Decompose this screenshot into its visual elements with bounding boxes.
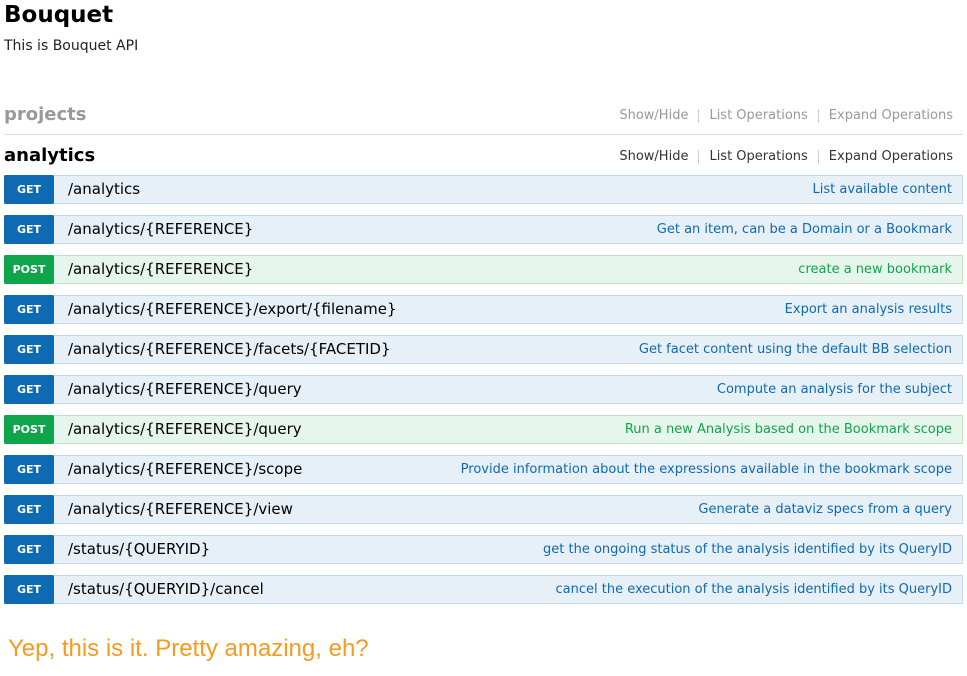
http-method-badge[interactable]: GET [4, 335, 54, 364]
show-hide-link[interactable]: Show/Hide [619, 149, 688, 165]
operation-row[interactable]: GET /status/{QUERYID}/cancel cancel the … [4, 575, 963, 604]
divider [817, 150, 819, 164]
operation-row[interactable]: POST /analytics/{REFERENCE} create a new… [4, 255, 963, 284]
http-method-badge[interactable]: GET [4, 575, 54, 604]
http-method-badge[interactable]: GET [4, 175, 54, 204]
page-subtitle: This is Bouquet API [4, 38, 139, 54]
resource-links: Show/Hide List Operations Expand Operati… [619, 149, 953, 165]
operation-row[interactable]: GET /analytics/{REFERENCE}/facets/{FACET… [4, 335, 963, 364]
operations-list: GET /analytics List available content GE… [4, 175, 963, 615]
endpoint-summary[interactable]: Get an item, can be a Domain or a Bookma… [657, 216, 952, 243]
endpoint-summary[interactable]: Export an analysis results [785, 296, 952, 323]
endpoint-path[interactable]: /analytics/{REFERENCE}/query [68, 376, 302, 403]
http-method-badge[interactable]: GET [4, 455, 54, 484]
http-method-badge[interactable]: GET [4, 495, 54, 524]
swagger-page: Bouquet This is Bouquet API projects Sho… [0, 0, 967, 676]
endpoint-path[interactable]: /analytics/{REFERENCE}/facets/{FACETID} [68, 336, 391, 363]
http-method-badge[interactable]: GET [4, 215, 54, 244]
expand-operations-link[interactable]: Expand Operations [829, 108, 953, 124]
endpoint-path[interactable]: /analytics/{REFERENCE}/query [68, 416, 302, 443]
resource-name-analytics[interactable]: analytics [4, 144, 95, 168]
operation-row[interactable]: GET /status/{QUERYID} get the ongoing st… [4, 535, 963, 564]
operation-row[interactable]: GET /analytics/{REFERENCE}/query Compute… [4, 375, 963, 404]
endpoint-path[interactable]: /analytics/{REFERENCE}/view [68, 496, 293, 523]
http-method-badge[interactable]: GET [4, 375, 54, 404]
http-method-badge[interactable]: POST [4, 415, 54, 444]
endpoint-summary[interactable]: cancel the execution of the analysis ide… [555, 576, 952, 603]
endpoint-path[interactable]: /analytics/{REFERENCE} [68, 256, 253, 283]
show-hide-link[interactable]: Show/Hide [619, 108, 688, 124]
endpoint-summary[interactable]: get the ongoing status of the analysis i… [543, 536, 952, 563]
endpoint-path[interactable]: /status/{QUERYID}/cancel [68, 576, 264, 603]
divider [817, 109, 819, 123]
operation-row[interactable]: GET /analytics/{REFERENCE}/export/{filen… [4, 295, 963, 324]
endpoint-summary[interactable]: Generate a dataviz specs from a query [698, 496, 952, 523]
divider [698, 150, 700, 164]
list-operations-link[interactable]: List Operations [709, 149, 807, 165]
operation-row[interactable]: GET /analytics/{REFERENCE}/scope Provide… [4, 455, 963, 484]
endpoint-summary[interactable]: List available content [813, 176, 952, 203]
operation-row[interactable]: GET /analytics/{REFERENCE}/view Generate… [4, 495, 963, 524]
endpoint-summary[interactable]: Get facet content using the default BB s… [639, 336, 952, 363]
resource-projects: projects Show/Hide List Operations Expan… [4, 103, 963, 143]
http-method-badge[interactable]: GET [4, 295, 54, 324]
operation-row[interactable]: POST /analytics/{REFERENCE}/query Run a … [4, 415, 963, 444]
footer-note: Yep, this is it. Pretty amazing, eh? [8, 635, 369, 662]
endpoint-summary[interactable]: create a new bookmark [798, 256, 952, 283]
endpoint-summary[interactable]: Compute an analysis for the subject [717, 376, 952, 403]
endpoint-path[interactable]: /analytics/{REFERENCE} [68, 216, 253, 243]
resource-divider [4, 134, 963, 135]
endpoint-path[interactable]: /analytics/{REFERENCE}/export/{filename} [68, 296, 396, 323]
operation-row[interactable]: GET /analytics/{REFERENCE} Get an item, … [4, 215, 963, 244]
endpoint-path[interactable]: /analytics [68, 176, 140, 203]
http-method-badge[interactable]: GET [4, 535, 54, 564]
resource-name-projects[interactable]: projects [4, 103, 87, 127]
endpoint-path[interactable]: /analytics/{REFERENCE}/scope [68, 456, 302, 483]
operation-row[interactable]: GET /analytics List available content [4, 175, 963, 204]
endpoint-path[interactable]: /status/{QUERYID} [68, 536, 210, 563]
endpoint-summary[interactable]: Provide information about the expression… [461, 456, 952, 483]
endpoint-summary[interactable]: Run a new Analysis based on the Bookmark… [625, 416, 952, 443]
resource-header: projects Show/Hide List Operations Expan… [4, 103, 963, 143]
expand-operations-link[interactable]: Expand Operations [829, 149, 953, 165]
page-title: Bouquet [4, 2, 114, 28]
list-operations-link[interactable]: List Operations [709, 108, 807, 124]
resource-links: Show/Hide List Operations Expand Operati… [619, 108, 953, 124]
http-method-badge[interactable]: POST [4, 255, 54, 284]
divider [698, 109, 700, 123]
